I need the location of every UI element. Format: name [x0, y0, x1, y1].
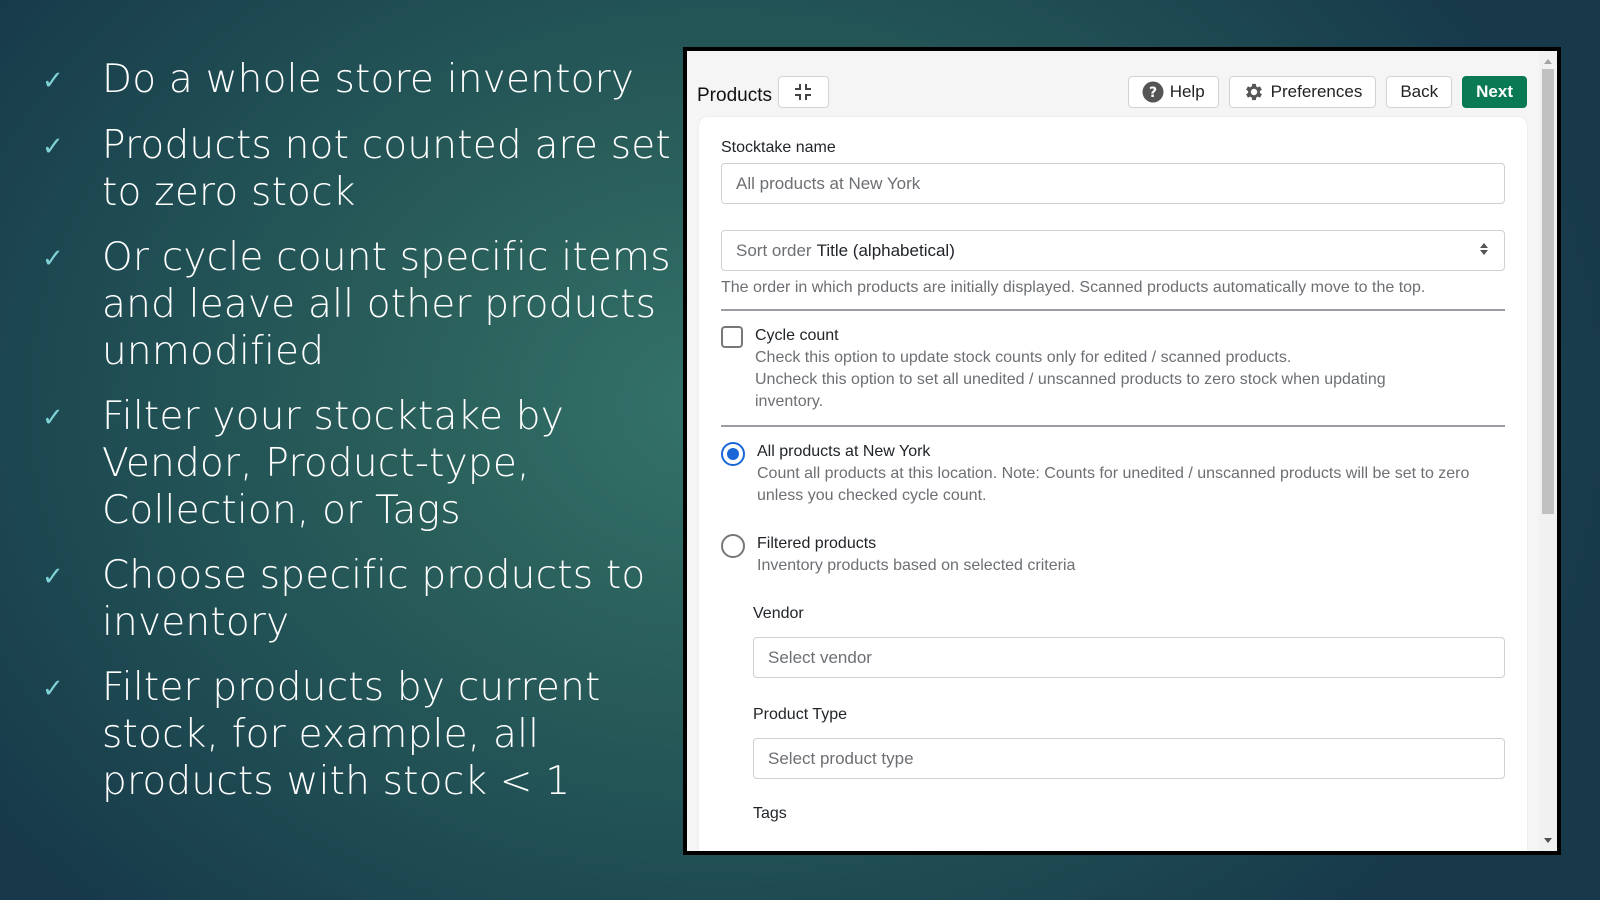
- cycle-count-option: Cycle count Check this option to update …: [721, 325, 1505, 413]
- divider: [721, 425, 1505, 427]
- stocktake-app: Products ? Help Preferences Back Next St…: [687, 51, 1557, 851]
- bullet-text: Or cycle count specific items and leave …: [102, 235, 671, 374]
- product-type-label: Product Type: [753, 706, 847, 723]
- cycle-count-desc-2: Uncheck this option to set all unedited …: [755, 371, 1386, 410]
- help-button[interactable]: ? Help: [1127, 76, 1219, 108]
- vendor-input[interactable]: [753, 637, 1505, 678]
- page-title: Products: [697, 85, 772, 106]
- app-screenshot-frame: Products ? Help Preferences Back Next St…: [683, 47, 1561, 855]
- cycle-count-checkbox[interactable]: [721, 326, 743, 348]
- back-button[interactable]: Back: [1386, 76, 1453, 108]
- bullet-text: Do a whole store inventory: [102, 57, 635, 102]
- gear-icon: [1243, 81, 1265, 103]
- bullet-item: ✓ Filter products by current stock, for …: [40, 664, 680, 805]
- scroll-down-icon[interactable]: [1544, 838, 1552, 843]
- stocktake-form-card: Stocktake name Sort order Title (alphabe…: [699, 117, 1527, 851]
- divider: [721, 309, 1505, 311]
- tags-label: Tags: [753, 805, 787, 822]
- sort-order-help: The order in which products are initiall…: [721, 279, 1426, 296]
- filtered-products-radio[interactable]: [721, 534, 745, 558]
- feature-bullet-list: ✓ Do a whole store inventory ✓ Products …: [40, 56, 680, 823]
- bullet-item: ✓ Filter your stocktake by Vendor, Produ…: [40, 393, 680, 534]
- question-circle-icon: ?: [1142, 81, 1164, 103]
- bullet-text: Filter your stocktake by Vendor, Product…: [102, 394, 564, 533]
- select-arrows-icon: [1480, 243, 1488, 255]
- sort-order-select[interactable]: Sort order Title (alphabetical): [721, 230, 1505, 271]
- preferences-button[interactable]: Preferences: [1228, 76, 1377, 108]
- check-icon: ✓: [42, 402, 64, 432]
- all-products-option: All products at New York Count all produ…: [721, 441, 1505, 507]
- bullet-item: ✓ Choose specific products to inventory: [40, 552, 680, 646]
- bullet-text: Filter products by current stock, for ex…: [102, 665, 601, 804]
- scrollbar-thumb[interactable]: [1542, 69, 1554, 514]
- compress-button[interactable]: [777, 76, 829, 108]
- check-icon: ✓: [42, 561, 64, 591]
- check-icon: ✓: [42, 131, 64, 161]
- bullet-item: ✓ Or cycle count specific items and leav…: [40, 234, 680, 375]
- cycle-count-label: Cycle count: [755, 327, 839, 344]
- all-products-radio[interactable]: [721, 442, 745, 466]
- bullet-item: ✓ Products not counted are set to zero s…: [40, 122, 680, 216]
- stocktake-name-input[interactable]: [721, 163, 1505, 204]
- filtered-products-desc: Inventory products based on selected cri…: [757, 557, 1076, 574]
- app-header: Products ? Help Preferences Back Next: [697, 75, 1527, 109]
- check-icon: ✓: [42, 673, 64, 703]
- help-label: Help: [1169, 82, 1205, 101]
- next-button[interactable]: Next: [1462, 76, 1527, 108]
- all-products-label: All products at New York: [757, 443, 931, 460]
- bullet-text: Products not counted are set to zero sto…: [102, 123, 671, 215]
- svg-text:?: ?: [1149, 85, 1157, 101]
- scroll-up-icon[interactable]: [1544, 59, 1552, 64]
- filtered-products-label: Filtered products: [757, 535, 877, 552]
- filter-fields: Vendor Product Type Tags: [753, 605, 1505, 823]
- filtered-products-option: Filtered products Inventory products bas…: [721, 533, 1505, 577]
- check-icon: ✓: [42, 243, 64, 273]
- sort-order-prefix: Sort order: [736, 240, 812, 260]
- preferences-label: Preferences: [1270, 82, 1363, 101]
- vendor-label: Vendor: [753, 605, 804, 622]
- all-products-desc: Count all products at this location. Not…: [757, 465, 1470, 504]
- check-icon: ✓: [42, 65, 64, 95]
- cycle-count-desc-1: Check this option to update stock counts…: [755, 349, 1292, 366]
- stocktake-name-label: Stocktake name: [721, 139, 836, 156]
- sort-order-value: Title (alphabetical): [816, 240, 955, 260]
- bullet-item: ✓ Do a whole store inventory: [40, 56, 680, 104]
- vertical-scrollbar[interactable]: [1539, 51, 1557, 851]
- compress-icon: [795, 84, 812, 100]
- bullet-text: Choose specific products to inventory: [102, 553, 646, 645]
- product-type-input[interactable]: [753, 738, 1505, 779]
